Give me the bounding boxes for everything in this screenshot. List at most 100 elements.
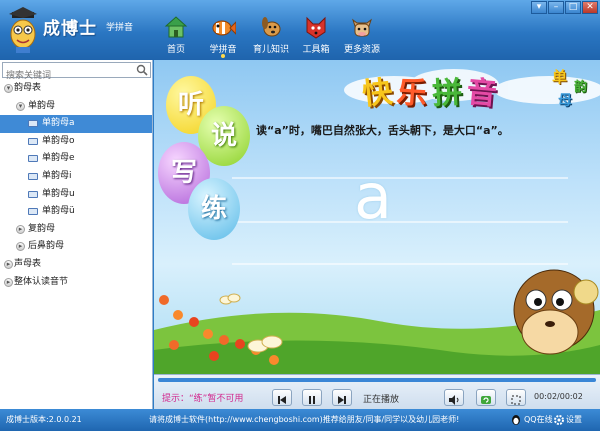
balloon-speak-label: 说 <box>210 121 237 151</box>
sidebar: ▾韵母表▾单韵母单韵母a单韵母o单韵母e单韵母i单韵母u单韵母ü▸复韵母▸后鼻韵… <box>0 60 153 409</box>
collapse-icon[interactable]: ▾ <box>4 84 13 93</box>
nav-toolbox[interactable]: 工具箱 <box>290 14 342 58</box>
tree-label: 复韵母 <box>28 223 56 234</box>
video-file-icon <box>28 172 38 180</box>
video-file-icon <box>28 155 38 163</box>
skip-back-icon <box>278 396 286 404</box>
badge-char: 韵 <box>574 80 588 95</box>
tree-item[interactable]: 单韵母e <box>0 150 152 168</box>
maximize-button[interactable]: □ <box>565 1 581 14</box>
tree-label: 韵母表 <box>14 83 42 93</box>
expand-icon[interactable]: ▸ <box>4 259 13 269</box>
nav-more[interactable]: 更多资源 <box>336 14 388 58</box>
settings-link[interactable]: 设置 <box>566 414 582 425</box>
tree-folder[interactable]: ▾ 单韵母 <box>0 98 152 116</box>
expand-icon[interactable]: ▸ <box>16 224 25 234</box>
active-indicator <box>221 54 225 58</box>
app-subtitle: 学拼音 <box>106 23 134 33</box>
badge-char: 母 <box>558 93 572 109</box>
version-text: 成博士版本:2.0.0.21 <box>6 415 82 424</box>
fullscreen-icon <box>511 395 521 405</box>
video-file-icon <box>28 190 38 198</box>
tree-folder[interactable]: ▸ 后鼻韵母 <box>0 238 152 256</box>
time-display: 00:02/00:02 <box>534 392 583 401</box>
tree-label: 单韵母a <box>42 118 75 129</box>
previous-button[interactable] <box>272 389 292 406</box>
lesson-instruction: 读“a”时，嘴巴自然张大，舌头朝下，是大口“a”。 <box>256 124 509 137</box>
minimize-button[interactable]: – <box>548 1 564 14</box>
search-box <box>2 62 151 83</box>
balloon-practice[interactable]: 练 <box>188 178 240 240</box>
progress-bar[interactable] <box>158 378 596 382</box>
next-button[interactable] <box>332 389 352 406</box>
tree-item[interactable]: 单韵母ü <box>0 203 152 221</box>
nav-pinyin[interactable]: 学拼音 <box>197 14 249 58</box>
balloon-listen-label: 听 <box>177 90 204 120</box>
video-file-icon <box>28 208 38 216</box>
speaker-icon <box>449 395 459 405</box>
banner-char: 乐 <box>395 74 429 112</box>
hint-text: 提示：“练”暂不可用 <box>162 394 244 404</box>
banner-char: 快 <box>360 74 395 113</box>
tree-folder[interactable]: ▸ 复韵母 <box>0 221 152 239</box>
promo-link[interactable]: 请将成博士软件(http://www.chengboshi.com)推荐给朋友/… <box>149 414 459 425</box>
tree-item[interactable]: 单韵母o <box>0 133 152 151</box>
tree-label: 声母表 <box>14 258 42 269</box>
pause-button[interactable] <box>302 389 322 406</box>
single-vowel-badge: 单 韵 母 <box>550 64 598 116</box>
cow-icon <box>352 18 372 37</box>
playback-status: 正在播放 <box>363 395 400 405</box>
status-bar: 成博士版本:2.0.0.21 请将成博士软件(http://www.chengb… <box>0 409 600 431</box>
app-window: 成博士 学拼音 首页 学拼音 育儿知识 工具箱 更多资源 ▾ – □ ✕ 搜索关… <box>0 0 600 431</box>
collapse-icon[interactable]: ▾ <box>16 101 25 111</box>
menu-dropdown-button[interactable]: ▾ <box>531 1 547 14</box>
window-controls: ▾ – □ ✕ <box>531 1 598 14</box>
tree-label: 后鼻韵母 <box>28 241 65 252</box>
dog-icon <box>262 17 281 37</box>
title-bar: 成博士 学拼音 首页 学拼音 育儿知识 工具箱 更多资源 ▾ – □ ✕ <box>0 0 600 60</box>
volume-button[interactable] <box>444 389 464 406</box>
badge-char: 单 <box>552 68 568 86</box>
tree-folder[interactable]: ▸ 声母表 <box>0 256 152 274</box>
fox-icon <box>306 16 326 39</box>
fullscreen-button[interactable] <box>506 389 526 406</box>
nav-toolbox-label: 工具箱 <box>302 45 330 55</box>
qq-online-link[interactable]: QQ在线 <box>524 414 553 425</box>
balloon-practice-label: 练 <box>200 194 227 224</box>
pause-icon <box>309 396 315 404</box>
writing-lines <box>232 177 568 265</box>
nav-home-label: 首页 <box>166 45 185 55</box>
progress-fill <box>158 378 596 382</box>
repeat-icon <box>481 396 491 404</box>
nav-home[interactable]: 首页 <box>150 14 202 58</box>
lesson-stage: 听 说 写 练 快 乐 拼 音 单 韵 母 读“a”时，嘴巴自然张大，舌头朝下，… <box>154 60 600 374</box>
expand-icon[interactable]: ▸ <box>16 242 25 252</box>
tree-item[interactable]: 单韵母i <box>0 168 152 186</box>
tree-folder[interactable]: ▾ 韵母表 <box>0 80 152 98</box>
tree-label: 单韵母ü <box>42 206 75 217</box>
close-button[interactable]: ✕ <box>582 1 598 14</box>
search-icon[interactable] <box>136 64 148 76</box>
home-icon <box>164 16 188 38</box>
expand-icon[interactable]: ▸ <box>4 277 13 287</box>
nav-more-label: 更多资源 <box>343 45 380 55</box>
tree-label: 单韵母e <box>42 153 75 164</box>
fish-icon <box>212 20 236 36</box>
video-file-icon <box>28 137 38 145</box>
gear-icon <box>554 415 564 425</box>
video-file-icon <box>28 120 38 128</box>
tree-label: 单韵母u <box>42 188 75 199</box>
tree-item[interactable]: 单韵母a <box>0 115 152 133</box>
tree-label: 单韵母i <box>42 170 72 181</box>
tree-folder[interactable]: ▸ 整体认读音节 <box>0 274 152 292</box>
repeat-button[interactable] <box>476 389 496 406</box>
doctor-mascot-logo <box>9 7 37 53</box>
tree-label: 整体认读音节 <box>14 276 69 287</box>
pinyin-letter: a <box>354 160 392 233</box>
player-controls: 提示：“练”暂不可用 正在播放 00:02/00:02 <box>154 374 600 409</box>
tree-label: 单韵母 <box>28 100 56 111</box>
balloon-write-label: 写 <box>170 158 197 188</box>
qq-penguin-icon <box>512 415 520 425</box>
tree-item[interactable]: 单韵母u <box>0 186 152 204</box>
banner-char: 拼 <box>431 75 464 112</box>
